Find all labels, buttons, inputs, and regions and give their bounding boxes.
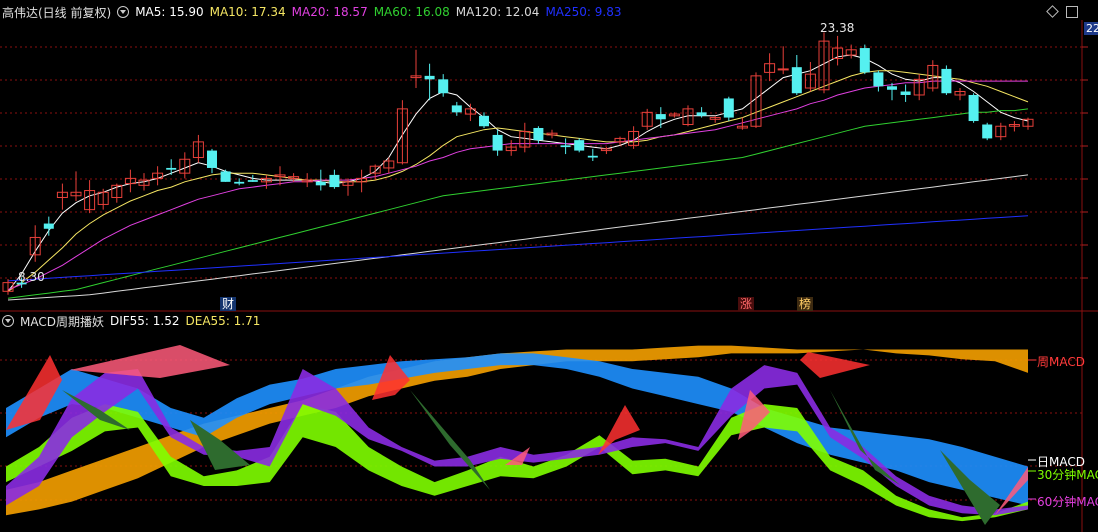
candle-down xyxy=(451,105,462,113)
candle-up xyxy=(777,68,789,71)
legend-week-macd: 周MACD xyxy=(1037,355,1085,369)
candle-down xyxy=(533,127,544,141)
candle-down xyxy=(791,67,802,94)
candle-down xyxy=(587,155,598,158)
candle-down xyxy=(247,180,258,182)
candle-down xyxy=(941,68,952,94)
candle-down xyxy=(438,79,449,94)
low-annotation: 8.30 xyxy=(18,270,45,284)
macd-trough-2 xyxy=(410,390,490,490)
candle-down xyxy=(723,98,734,118)
ma-line-ma250 xyxy=(7,215,1029,282)
legend-30m-macd: 30分钟MACD xyxy=(1037,468,1098,482)
chart-canvas xyxy=(0,20,1098,532)
candle-down xyxy=(887,86,897,90)
macd-accent-6 xyxy=(800,352,870,378)
ma-line-ma10 xyxy=(7,70,1029,292)
candle-down xyxy=(982,124,993,139)
candle-down xyxy=(560,145,571,148)
badge-zhang[interactable]: 涨 xyxy=(738,297,754,311)
macd-accent-1 xyxy=(70,345,230,378)
candle-down xyxy=(43,223,54,229)
ma-line-ma20 xyxy=(7,80,1028,291)
badge-bang[interactable]: 榜 xyxy=(797,297,813,311)
candle-down xyxy=(859,48,870,73)
candle-down xyxy=(424,75,435,80)
candle-down xyxy=(220,171,231,182)
high-annotation: 23.38 xyxy=(820,21,855,35)
candle-down xyxy=(655,114,666,120)
candle-down xyxy=(574,140,585,151)
candle-down xyxy=(329,174,340,188)
candle-down xyxy=(492,134,503,151)
candle-down xyxy=(479,115,489,127)
badge-cai[interactable]: 财 xyxy=(220,297,236,311)
candle-down xyxy=(900,91,911,95)
candle-down xyxy=(166,167,177,170)
legend-60m-macd: 60分钟MACD xyxy=(1037,495,1098,509)
candle-down xyxy=(315,181,326,186)
candle-down xyxy=(207,150,217,168)
candle-down xyxy=(873,72,884,87)
candle-down xyxy=(696,112,707,116)
ma-line-ma120 xyxy=(7,174,1029,301)
macd-accent-0 xyxy=(6,355,62,430)
candle-down xyxy=(234,181,245,184)
candle-down xyxy=(968,94,979,122)
